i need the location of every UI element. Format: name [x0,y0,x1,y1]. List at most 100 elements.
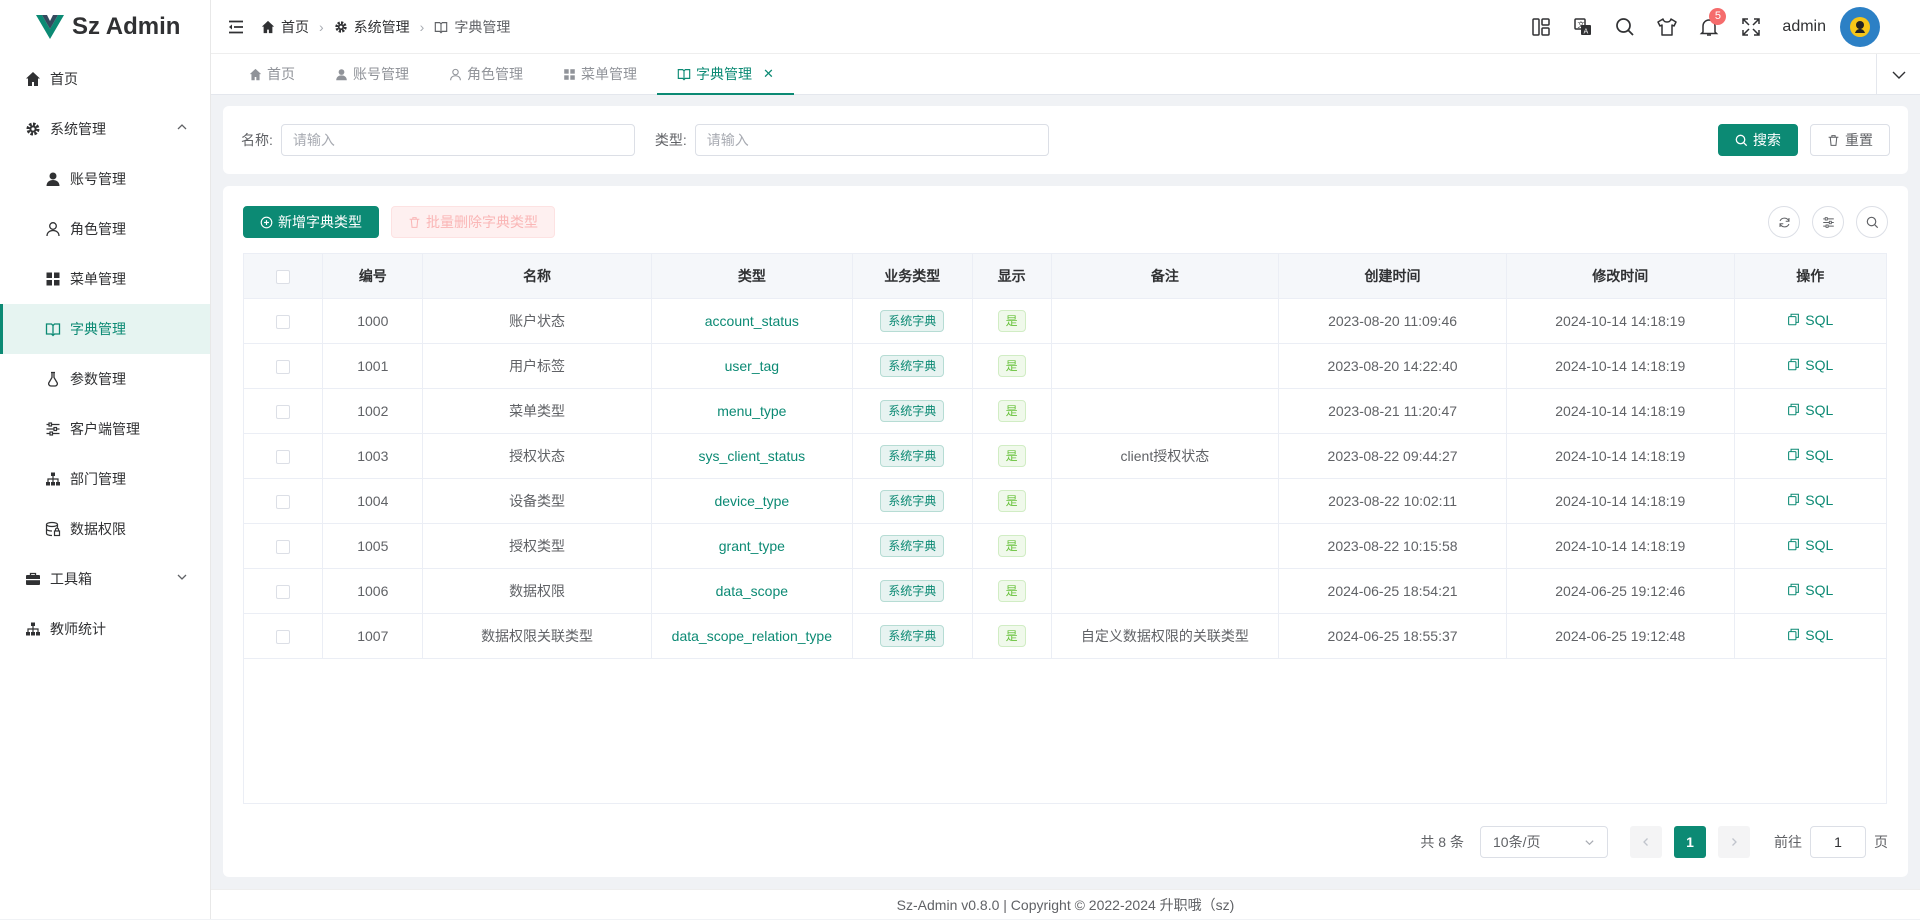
search-icon[interactable] [1604,0,1646,54]
table-body: 1000 账户状态 account_status 系统字典是 2023-08-20 11… [244,298,1886,659]
bell-icon[interactable]: 5 [1688,0,1730,54]
page-number[interactable]: 1 [1674,826,1706,858]
page-size-select[interactable]: 10条/页 [1480,826,1608,858]
cell-type: grant_type [651,523,853,569]
logo[interactable]: Sz Admin [0,0,210,54]
tab-dict[interactable]: 字典管理 ✕ [657,54,794,95]
sidebar-item-dept[interactable]: 部门管理 [0,454,210,504]
cell-updated: 2024-10-14 14:18:19 [1506,388,1735,434]
sidebar-item-toolbox[interactable]: 工具箱 [0,554,210,604]
type-link[interactable]: menu_type [717,403,786,419]
type-link[interactable]: data_scope [716,583,788,599]
cell-biz: 系统字典 [852,478,973,524]
row-checkbox[interactable] [244,568,324,614]
layout-icon[interactable] [1520,0,1562,54]
flask-icon [44,370,62,388]
tabs-more-button[interactable] [1876,54,1920,95]
goto-page-input[interactable] [1810,826,1866,858]
close-icon[interactable]: ✕ [763,66,774,82]
column-settings-icon[interactable] [1812,206,1844,238]
search-icon[interactable] [1856,206,1888,238]
next-page-button[interactable] [1718,826,1750,858]
table-row: 1005 授权类型 grant_type 系统字典 是 2023-08-22 10:15:… [244,523,1886,569]
batch-delete-button[interactable]: 批量删除字典类型 [391,206,555,238]
show-tag: 是 [997,534,1026,557]
row-checkbox[interactable] [244,433,324,479]
refresh-icon[interactable] [1768,206,1800,238]
menu-collapse-icon[interactable] [227,18,245,36]
fullscreen-icon[interactable] [1730,0,1772,54]
cell-remark [1051,343,1280,389]
breadcrumb-dict: 字典管理 [434,17,510,37]
breadcrumb-home[interactable]: 首页 [261,17,309,37]
sql-button[interactable]: SQL [1787,627,1833,643]
type-link[interactable]: device_type [714,493,789,509]
sidebar-item-label: 客户端管理 [70,421,140,437]
tab-role[interactable]: 角色管理 [429,54,543,95]
row-checkbox[interactable] [244,388,324,434]
sql-button[interactable]: SQL [1787,312,1833,328]
sql-button[interactable]: SQL [1787,537,1833,553]
row-checkbox[interactable] [244,343,324,389]
cell-id: 1004 [322,478,424,524]
sidebar-item-client[interactable]: 客户端管理 [0,404,210,454]
username[interactable]: admin [1782,18,1826,36]
type-link[interactable]: grant_type [719,538,785,554]
name-input[interactable] [280,124,635,156]
breadcrumb-system[interactable]: 系统管理 [334,17,410,37]
type-link[interactable]: data_scope_relation_type [672,628,832,644]
sidebar-item-system[interactable]: 系统管理 [0,104,210,154]
row-checkbox[interactable] [244,613,324,659]
type-link[interactable]: sys_client_status [699,448,806,464]
cell-action: SQL [1734,388,1886,434]
sidebar-item-menu[interactable]: 菜单管理 [0,254,210,304]
sidebar-item-label: 教师统计 [50,621,106,637]
cell-created: 2024-06-25 18:55:37 [1278,613,1507,659]
search-actions: 搜索 重置 [1718,124,1890,156]
tab-label: 菜单管理 [581,66,637,82]
sidebar-item-role[interactable]: 角色管理 [0,204,210,254]
row-checkbox[interactable] [244,523,324,569]
dict-table: 编号 名称 类型 业务类型 显示 备注 创建时间 修改时间 操作 1000 账户状… [243,253,1887,804]
type-link[interactable]: account_status [705,313,799,329]
type-link[interactable]: user_tag [725,358,779,374]
select-all-checkbox[interactable] [244,254,324,299]
sql-button[interactable]: SQL [1787,357,1833,373]
sql-button[interactable]: SQL [1787,492,1833,508]
add-dict-type-button[interactable]: 新增字典类型 [243,206,379,238]
type-input[interactable] [694,124,1049,156]
org-icon [44,470,62,488]
sidebar-item-home[interactable]: 首页 [0,54,210,104]
tshirt-icon[interactable] [1646,0,1688,54]
button-label: 搜索 [1753,132,1781,148]
sidebar-item-teacher-stats[interactable]: 教师统计 [0,604,210,654]
logo-icon [36,15,64,39]
tab-home[interactable]: 首页 [229,54,315,95]
translate-icon[interactable]: 文A [1562,0,1604,54]
sidebar-item-datascope[interactable]: 数据权限 [0,504,210,554]
cell-show: 是 [972,478,1052,524]
sql-button[interactable]: SQL [1787,582,1833,598]
sidebar-item-params[interactable]: 参数管理 [0,354,210,404]
grid-icon [44,270,62,288]
reset-button[interactable]: 重置 [1810,124,1890,156]
cell-created: 2023-08-22 09:44:27 [1278,433,1507,479]
table-row: 1002 菜单类型 menu_type 系统字典 是 2023-08-21 11:20:4… [244,388,1886,434]
search-button[interactable]: 搜索 [1718,124,1798,156]
tab-menu[interactable]: 菜单管理 [543,54,657,95]
tab-label: 角色管理 [467,66,523,82]
row-checkbox[interactable] [244,298,324,344]
cell-updated: 2024-10-14 14:18:19 [1506,343,1735,389]
prev-page-button[interactable] [1630,826,1662,858]
sidebar-item-dict[interactable]: 字典管理 [0,304,210,354]
sql-button[interactable]: SQL [1787,402,1833,418]
cell-biz: 系统字典 [852,343,973,389]
tab-account[interactable]: 账号管理 [315,54,429,95]
biz-tag: 系统字典 [880,534,945,557]
table-card: 新增字典类型 批量删除字典类型 编号 名称 类型 业务类型 显示 备注 创建时间… [223,186,1908,877]
sql-button[interactable]: SQL [1787,447,1833,463]
sidebar-item-account[interactable]: 账号管理 [0,154,210,204]
row-checkbox[interactable] [244,478,324,524]
table-row: 1003 授权状态 sys_client_status 系统字典 是 client授权状态… [244,433,1886,479]
avatar[interactable] [1840,7,1880,47]
